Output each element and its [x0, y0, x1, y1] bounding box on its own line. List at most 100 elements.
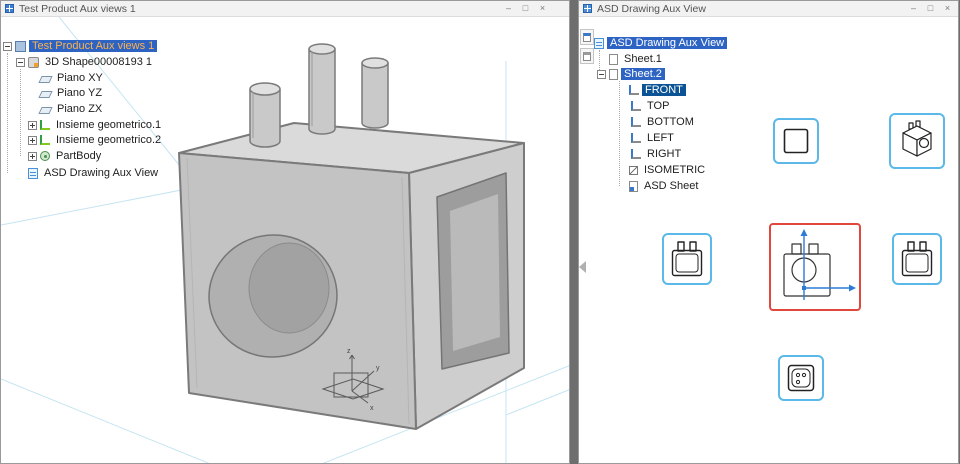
tree-item-plane-xy[interactable]: Piano XY	[38, 71, 106, 85]
tree-item-sheet-2[interactable]: Sheet.2	[597, 67, 665, 81]
tree-item-view-isometric[interactable]: ISOMETRIC	[629, 163, 708, 177]
tree-item-label[interactable]: 3D Shape00008193 1	[42, 56, 155, 68]
right-view-thumbnail[interactable]	[892, 233, 942, 285]
drawing-window-icon	[583, 4, 592, 13]
viewport-3d[interactable]: z y x Test Product Aux views 1 3D Shape0…	[1, 17, 569, 463]
tree-item-plane-zx[interactable]: Piano ZX	[38, 102, 105, 116]
top-view-thumbnail[interactable]	[778, 355, 824, 401]
tree-item-3d-shape[interactable]: 3D Shape00008193 1	[16, 55, 155, 69]
tree-connector	[7, 53, 8, 173]
sheet-tool-icon	[583, 32, 591, 42]
expand-expander[interactable]	[28, 120, 37, 130]
isometric-view-drawing	[902, 120, 932, 157]
close-button[interactable]: ×	[941, 2, 954, 15]
isometric-view-thumbnail[interactable]	[889, 113, 945, 169]
collapse-expander[interactable]	[597, 69, 606, 79]
window-drawing: ASD Drawing Aux View – □ × ASD Drawing A…	[578, 0, 959, 464]
toolbar-button-sheet[interactable]	[580, 29, 594, 45]
plane-icon	[38, 106, 53, 114]
tree-item-label[interactable]: ISOMETRIC	[641, 164, 708, 176]
front-view-drawing	[783, 229, 857, 300]
maximize-button[interactable]: □	[924, 2, 937, 15]
tree-item-label[interactable]: Insieme geometrico.2	[53, 134, 164, 146]
tree-item-label[interactable]: ASD Drawing Aux View	[41, 167, 161, 179]
tree-item-label[interactable]: PartBody	[53, 150, 104, 162]
side-opening[interactable]	[436, 172, 510, 370]
tree-item-label[interactable]: Piano ZX	[54, 103, 105, 115]
bottom-view-drawing	[783, 128, 809, 154]
front-view-thumbnail[interactable]	[769, 223, 861, 311]
tree-item-label[interactable]: ASD Drawing Aux View	[607, 37, 728, 49]
view-icon	[631, 117, 641, 127]
minimize-button[interactable]: –	[907, 2, 920, 15]
tree-item-view-right[interactable]: RIGHT	[631, 147, 684, 161]
expand-expander[interactable]	[28, 151, 37, 161]
tree-item-root-product[interactable]: Test Product Aux views 1	[3, 39, 158, 53]
sheet-icon	[609, 53, 618, 65]
tree-item-label[interactable]: Insieme geometrico.1	[53, 119, 164, 131]
right-titlebar: ASD Drawing Aux View – □ ×	[579, 1, 958, 17]
tree-item-label[interactable]: ASD Sheet	[641, 180, 701, 192]
tree-item-label[interactable]: BOTTOM	[644, 116, 697, 128]
tree-item-sheet-1[interactable]: Sheet.1	[609, 52, 665, 66]
geometrical-set-icon	[40, 135, 50, 145]
left-window-controls: – □ ×	[502, 2, 549, 15]
expand-expander[interactable]	[28, 135, 37, 145]
left-view-thumbnail[interactable]	[662, 233, 712, 285]
tree-item-label[interactable]: Test Product Aux views 1	[29, 40, 158, 52]
axis-label-y: y	[376, 365, 380, 372]
tree-item-geoset-1[interactable]: Insieme geometrico.1	[28, 118, 164, 132]
tree-item-plane-yz[interactable]: Piano YZ	[38, 86, 105, 100]
tree-item-view-front[interactable]: FRONT	[629, 83, 686, 97]
partbody-icon	[40, 151, 50, 161]
bottom-view-thumbnail[interactable]	[773, 118, 819, 164]
views-tool-icon	[583, 51, 591, 61]
right-window-title: ASD Drawing Aux View	[597, 2, 706, 15]
minimize-button[interactable]: –	[502, 2, 515, 15]
tree-item-label[interactable]: Sheet.2	[621, 68, 665, 80]
tree-connector	[20, 69, 21, 156]
tree-item-label[interactable]: Piano XY	[54, 72, 106, 84]
tree-item-geoset-2[interactable]: Insieme geometrico.2	[28, 133, 164, 147]
tree-item-label[interactable]: TOP	[644, 100, 672, 112]
collapse-expander[interactable]	[16, 57, 25, 67]
drawing-sheet-area[interactable]: ASD Drawing Aux View Sheet.1 Sheet.2 FRO…	[579, 17, 958, 463]
product-icon	[15, 40, 26, 52]
window-3d-product: Test Product Aux views 1 – □ × z y x Tes…	[0, 0, 570, 464]
tree-item-asd-drawing[interactable]: ASD Drawing Aux View	[28, 166, 161, 180]
tree-item-label[interactable]: Piano YZ	[54, 87, 105, 99]
panel-collapse-chevron-icon[interactable]	[579, 261, 586, 273]
tree-item-drawing-root[interactable]: ASD Drawing Aux View	[594, 36, 728, 50]
tree-item-label[interactable]: RIGHT	[644, 148, 684, 160]
window-icon	[5, 4, 14, 13]
left-titlebar: Test Product Aux views 1 – □ ×	[1, 1, 569, 17]
maximize-button[interactable]: □	[519, 2, 532, 15]
isometric-view-icon	[629, 165, 638, 175]
geometrical-set-icon	[40, 120, 50, 130]
view-icon	[629, 85, 639, 95]
plane-icon	[38, 90, 53, 98]
collapse-expander[interactable]	[3, 41, 12, 51]
view-axis-arrows[interactable]	[800, 229, 857, 300]
left-view-drawing	[671, 241, 703, 277]
tree-item-asd-sheet[interactable]: ASD Sheet	[629, 179, 701, 193]
axis-label-z: z	[347, 348, 351, 355]
axis-label-x: x	[370, 405, 374, 412]
close-button[interactable]: ×	[536, 2, 549, 15]
left-window-title: Test Product Aux views 1	[19, 2, 136, 15]
sheet-icon	[609, 68, 618, 80]
right-window-controls: – □ ×	[907, 2, 954, 15]
top-view-drawing	[787, 364, 815, 392]
tree-item-label[interactable]: LEFT	[644, 132, 677, 144]
toolbar-button-views[interactable]	[580, 48, 594, 64]
right-view-drawing	[901, 241, 933, 277]
tree-item-view-bottom[interactable]: BOTTOM	[631, 115, 697, 129]
asd-sheet-icon	[629, 180, 638, 192]
tree-item-label[interactable]: Sheet.1	[621, 53, 665, 65]
tree-item-view-top[interactable]: TOP	[631, 99, 672, 113]
tree-item-label[interactable]: FRONT	[642, 84, 686, 96]
tree-item-partbody[interactable]: PartBody	[28, 149, 104, 163]
shape-icon	[28, 56, 39, 68]
tree-item-view-left[interactable]: LEFT	[631, 131, 677, 145]
drawing-root-icon	[594, 37, 604, 49]
